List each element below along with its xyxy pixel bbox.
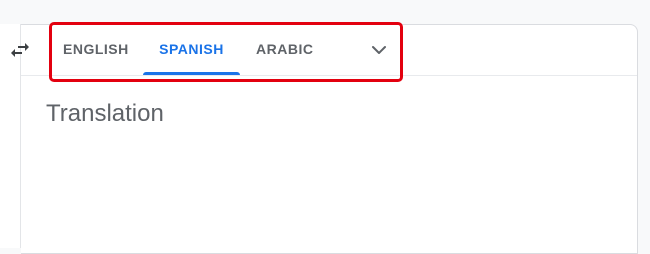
active-tab-indicator	[143, 72, 240, 75]
top-strip	[0, 0, 650, 24]
translation-output-placeholder[interactable]: Translation	[46, 98, 164, 130]
target-language-tabs: ENGLISH SPANISH ARABIC	[21, 24, 637, 76]
tab-arabic[interactable]: ARABIC	[256, 24, 313, 75]
tab-spanish[interactable]: SPANISH	[143, 24, 240, 75]
tab-english[interactable]: ENGLISH	[63, 24, 128, 75]
chevron-down-icon[interactable]	[367, 38, 391, 62]
